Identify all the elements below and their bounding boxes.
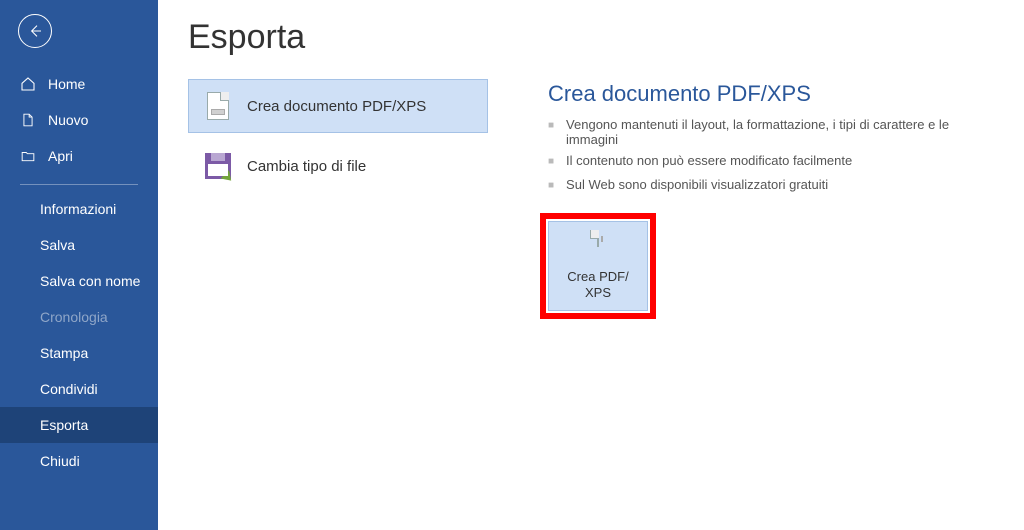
nav-label: Stampa [40, 345, 88, 361]
nav-close[interactable]: Chiudi [0, 443, 158, 479]
backstage-sidebar: Home Nuovo Apri Informazioni Salva Salva… [0, 0, 158, 530]
nav-label: Apri [48, 148, 73, 164]
nav-info[interactable]: Informazioni [0, 191, 158, 227]
home-icon [20, 76, 36, 92]
nav-label: Salva [40, 237, 75, 253]
option-create-pdf-xps[interactable]: Crea documento PDF/XPS [188, 79, 488, 133]
nav-label: Nuovo [48, 112, 88, 128]
nav-share[interactable]: Condividi [0, 371, 158, 407]
nav-separator [20, 184, 138, 185]
benefit-text: Sul Web sono disponibili visualizzatori … [566, 177, 828, 192]
arrow-left-icon [27, 23, 43, 39]
option-change-file-type[interactable]: Cambia tipo di file [188, 139, 488, 193]
nav-home[interactable]: Home [0, 66, 158, 102]
page-title: Esporta [188, 18, 994, 57]
nav-label: Salva con nome [40, 273, 140, 289]
export-options-list: Crea documento PDF/XPS Cambia tipo di fi… [188, 79, 488, 311]
nav-label: Home [48, 76, 85, 92]
nav-export[interactable]: Esporta [0, 407, 158, 443]
nav-label: Informazioni [40, 201, 116, 217]
folder-open-icon [20, 148, 36, 164]
nav-label: Cronologia [40, 309, 108, 325]
option-label: Crea documento PDF/XPS [247, 98, 426, 115]
export-detail-pane: Crea documento PDF/XPS Vengono mantenuti… [548, 79, 994, 311]
nav-print[interactable]: Stampa [0, 335, 158, 371]
nav-label: Esporta [40, 417, 88, 433]
benefit-text: Il contenuto non può essere modificato f… [566, 153, 852, 168]
nav-open[interactable]: Apri [0, 138, 158, 174]
benefit-item: Vengono mantenuti il layout, la formatta… [548, 117, 994, 147]
section-title: Crea documento PDF/XPS [548, 81, 994, 107]
nav-label: Chiudi [40, 453, 80, 469]
action-highlight-wrap: Crea PDF/ XPS [548, 221, 648, 311]
new-doc-icon [20, 112, 36, 128]
back-button[interactable] [18, 14, 52, 48]
nav-label: Condividi [40, 381, 98, 397]
benefit-text: Vengono mantenuti il layout, la formatta… [566, 117, 994, 147]
nav-save-as[interactable]: Salva con nome [0, 263, 158, 299]
benefits-list: Vengono mantenuti il layout, la formatta… [548, 117, 994, 195]
backstage-main: Esporta Crea documento PDF/XPS Cambia ti… [158, 0, 1024, 530]
nav-history: Cronologia [0, 299, 158, 335]
benefit-item: Il contenuto non può essere modificato f… [548, 153, 994, 171]
nav-save[interactable]: Salva [0, 227, 158, 263]
benefit-item: Sul Web sono disponibili visualizzatori … [548, 177, 994, 195]
pdf-xps-doc-icon [203, 89, 233, 123]
option-label: Cambia tipo di file [247, 158, 366, 175]
nav-new[interactable]: Nuovo [0, 102, 158, 138]
change-file-type-icon [203, 149, 233, 183]
